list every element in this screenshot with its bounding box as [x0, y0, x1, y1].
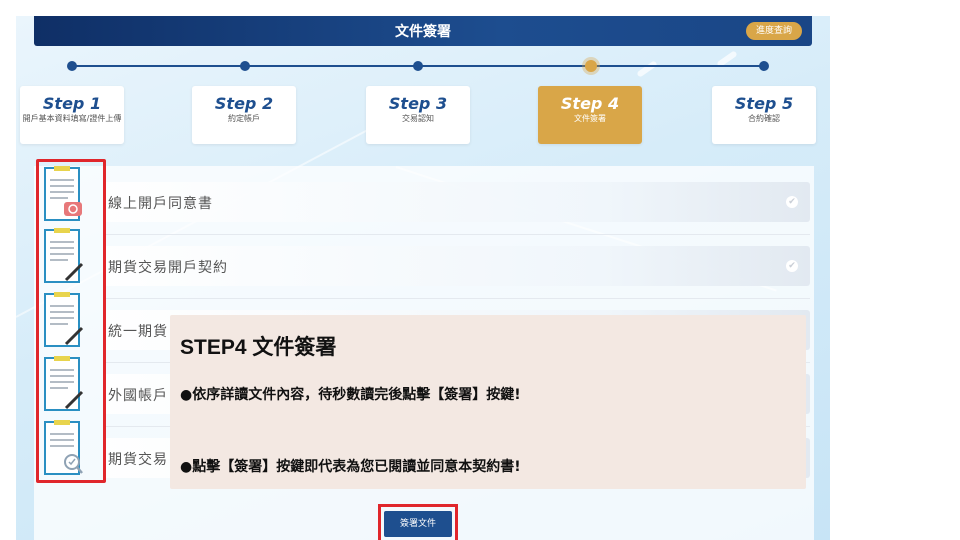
step-card-2: Step 2 約定帳戶: [192, 86, 296, 144]
callout-title: STEP4 文件簽署: [180, 336, 337, 359]
step-dot-2: [240, 61, 250, 71]
divider: [104, 234, 810, 235]
page-title: 文件簽署: [395, 24, 451, 40]
step-card-5: Step 5 合約確認: [712, 86, 816, 144]
step-title: Step 3: [388, 94, 448, 113]
document-label: 線上開戶同意書: [108, 196, 213, 212]
step-card-1: Step 1 開戶基本資料填寫/證件上傳: [20, 86, 124, 144]
callout-instruction-2: ●點擊【簽署】按鍵即代表為您已閱讀並同意本契約書!: [180, 459, 521, 475]
background-decoration: [636, 60, 658, 78]
step-title: Step 2: [214, 94, 274, 113]
step-dot-1: [67, 61, 77, 71]
document-row-1[interactable]: 線上開戶同意書 ✔: [104, 182, 810, 222]
step-subtitle: 約定帳戶: [228, 114, 260, 123]
callout-instruction-1: ●依序詳讀文件內容，待秒數讀完後點擊【簽署】按鍵!: [180, 387, 521, 403]
step-title: Step 4: [560, 94, 620, 113]
divider: [104, 298, 810, 299]
document-label: 外國帳戶: [108, 388, 168, 404]
step-dot-4: [585, 60, 597, 72]
page-header: 文件簽署 進度查詢: [34, 16, 812, 46]
document-label: 期貨交易: [108, 452, 168, 468]
step-dot-3: [413, 61, 423, 71]
step-subtitle: 開戶基本資料填寫/證件上傳: [22, 114, 122, 123]
step-title: Step 1: [42, 94, 102, 113]
checkmark-icon: ✔: [786, 260, 798, 272]
step-card-4: Step 4 文件簽署: [538, 86, 642, 144]
document-label: 統一期貨: [108, 324, 168, 340]
step-subtitle: 合約確認: [748, 114, 780, 123]
step-subtitle: 文件簽署: [574, 114, 606, 123]
step-card-3: Step 3 交易認知: [366, 86, 470, 144]
checkmark-icon: ✔: [786, 196, 798, 208]
progress-query-button[interactable]: 進度查詢: [746, 22, 802, 40]
document-label: 期貨交易開戶契約: [108, 260, 228, 276]
step-dot-5: [759, 61, 769, 71]
document-icons-highlight: [36, 159, 106, 483]
document-row-2[interactable]: 期貨交易開戶契約 ✔: [104, 246, 810, 286]
instruction-callout: STEP4 文件簽署 ●依序詳讀文件內容，待秒數讀完後點擊【簽署】按鍵! ●點擊…: [170, 315, 806, 489]
step-subtitle: 交易認知: [402, 114, 434, 123]
step-title: Step 5: [734, 94, 794, 113]
sign-documents-button[interactable]: 簽署文件: [384, 511, 452, 537]
